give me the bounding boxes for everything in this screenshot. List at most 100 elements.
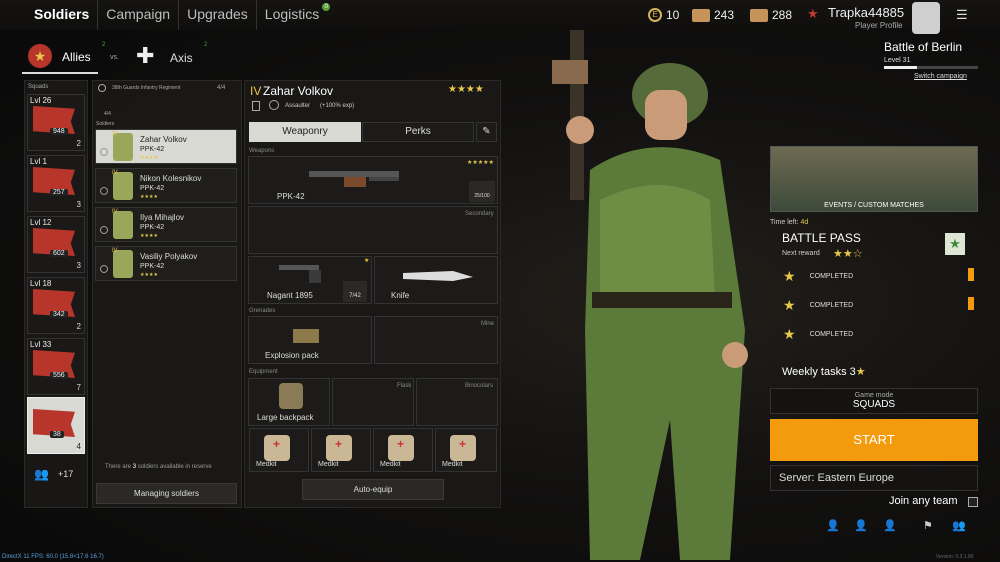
- tab-weaponry[interactable]: Weaponry: [249, 122, 361, 142]
- reserve-info: There are 3 soldiers available in reserv…: [105, 464, 212, 470]
- melee-slot[interactable]: Knife: [374, 256, 498, 304]
- managing-soldiers-button[interactable]: Managing soldiers: [96, 483, 237, 504]
- medkit-name: Medkit: [256, 461, 277, 468]
- next-reward-label: Next reward: [782, 250, 820, 257]
- squad-card-selected[interactable]: 38 4: [27, 397, 85, 454]
- allies-label: Allies: [62, 50, 91, 64]
- weekly-tasks[interactable]: Weekly tasks 3★: [782, 365, 866, 378]
- squad-card[interactable]: Lvl 12 602 3: [27, 216, 85, 273]
- soldier-card[interactable]: IV Vasiliy Polyakov PPK-42 ★★★★: [95, 246, 237, 281]
- switch-campaign-link[interactable]: Switch campaign: [914, 73, 967, 80]
- mine-label: Mine: [481, 321, 495, 327]
- events-banner[interactable]: EVENTS / CUSTOM MATCHES: [770, 146, 978, 212]
- soldier-card[interactable]: IV Ilya Mihajlov PPK-42 ★★★★: [95, 207, 237, 242]
- edit-icon[interactable]: ✎: [476, 122, 497, 142]
- medkit-slot[interactable]: Medkit: [373, 428, 433, 472]
- gold-counter[interactable]: E 10: [648, 8, 679, 22]
- campaign-progress: [884, 66, 978, 69]
- tab-soldiers[interactable]: Soldiers: [0, 0, 99, 30]
- squad-count: 948: [50, 128, 68, 135]
- backpack-slot[interactable]: Large backpack: [248, 378, 330, 426]
- soldier-portrait: [113, 133, 133, 161]
- events-label: EVENTS / CUSTOM MATCHES: [824, 202, 924, 209]
- flask-slot[interactable]: Flask: [332, 378, 414, 426]
- soldier-portrait: [113, 172, 133, 200]
- medkit-slot[interactable]: Medkit: [311, 428, 371, 472]
- squad-members: 2: [76, 322, 81, 331]
- detail-bonus: (+100% exp): [320, 103, 355, 109]
- add-friend-icon[interactable]: 👤: [883, 519, 897, 532]
- join-any-team-checkbox[interactable]: [968, 497, 978, 507]
- bp-row: ★ COMPLETED: [783, 326, 853, 343]
- start-button[interactable]: START: [770, 419, 978, 461]
- squad-card[interactable]: Lvl 18 342 2: [27, 277, 85, 334]
- soldier-card-selected[interactable]: IV Zahar Volkov PPK-42 ★★★★: [95, 129, 237, 164]
- battle-pass-badge-icon[interactable]: ★: [945, 233, 965, 255]
- medkit-icon: [326, 435, 352, 461]
- auto-equip-button[interactable]: Auto-equip: [302, 479, 444, 500]
- rank-icon: [269, 100, 279, 110]
- squad-card[interactable]: Lvl 33 556 7: [27, 338, 85, 395]
- squad-card[interactable]: Lvl 1 257 3: [27, 155, 85, 212]
- bookmark-icon[interactable]: [968, 268, 974, 281]
- tab-logistics[interactable]: Logistics 0: [257, 0, 331, 30]
- faction-axis-tab[interactable]: ✚ Axis 2: [136, 42, 216, 72]
- reserve-text-a: There are: [105, 464, 133, 470]
- soldier-name: Ilya Mihajlov: [140, 213, 185, 222]
- axis-label: Axis: [170, 51, 193, 65]
- tickets-a-counter[interactable]: 243: [692, 8, 734, 22]
- soldier-stars: ★★★★: [140, 233, 158, 239]
- secondary-weapon-slot[interactable]: Secondary: [248, 206, 498, 254]
- tab-upgrades[interactable]: Upgrades: [179, 0, 257, 30]
- medkit-slot[interactable]: Medkit: [435, 428, 497, 472]
- soldier-card[interactable]: IV Nikon Kolesnikov PPK-42 ★★★★: [95, 168, 237, 203]
- flag-icon[interactable]: ⚑: [923, 519, 933, 532]
- detail-class: Assaulter: [285, 103, 311, 109]
- soviet-star-icon: ★: [807, 6, 819, 21]
- knife-icon: [403, 271, 473, 281]
- tab-campaign[interactable]: Campaign: [98, 0, 180, 30]
- time-left: Time left: 4d: [770, 219, 808, 226]
- squad-card[interactable]: Lvl 26 948 2: [27, 94, 85, 151]
- squad-level: Lvl 33: [30, 340, 52, 349]
- tab-logistics-label: Logistics: [264, 6, 320, 22]
- soldier-rank: IV: [112, 170, 118, 176]
- nagant-pistol-icon: [279, 265, 321, 283]
- binoculars-slot[interactable]: Binoculars: [416, 378, 498, 426]
- soldiers-count: 4/4: [104, 111, 111, 117]
- soldier-name: Nikon Kolesnikov: [140, 174, 202, 183]
- primary-weapon-slot[interactable]: ★★★★★ PPK-42 25/100: [248, 156, 498, 204]
- mine-slot[interactable]: Mine: [374, 316, 498, 364]
- tickets-b-counter[interactable]: 288: [750, 8, 792, 22]
- game-mode-select[interactable]: Game mode SQUADS: [770, 388, 978, 414]
- soldier-portrait: [113, 250, 133, 278]
- server-select[interactable]: Server: Eastern Europe: [770, 465, 978, 491]
- profile-name[interactable]: Trapka44885: [828, 5, 904, 20]
- bookmark-icon[interactable]: [968, 297, 974, 310]
- soldier-weapon: PPK-42: [140, 185, 165, 192]
- sidearm-name: Nagant 1895: [267, 291, 313, 300]
- class-icon: [252, 101, 260, 111]
- squad-members: 3: [76, 200, 81, 209]
- add-friend-icon[interactable]: 👤: [854, 519, 868, 532]
- battle-pass-title[interactable]: BATTLE PASS: [782, 231, 861, 245]
- sidearm-slot[interactable]: ★ Nagant 1895 7/42: [248, 256, 372, 304]
- faction-allies-tab[interactable]: ★ Allies 2: [22, 40, 105, 74]
- add-friend-icon[interactable]: 👤: [826, 519, 840, 532]
- regiment-count: 4/4: [217, 85, 226, 91]
- medkit-slot[interactable]: Medkit: [249, 428, 309, 472]
- menu-icon[interactable]: ☰: [956, 7, 968, 23]
- avatar[interactable]: [912, 2, 940, 34]
- squad-members: 4: [76, 442, 81, 451]
- soldier-portrait: [113, 211, 133, 239]
- backpack-icon: [279, 383, 303, 409]
- next-reward-stars: ★★☆: [833, 248, 863, 260]
- tab-perks[interactable]: Perks: [362, 122, 474, 142]
- sidearm-star: ★: [364, 258, 370, 264]
- squad-members: 2: [76, 139, 81, 148]
- soldier-name: Zahar Volkov: [140, 135, 187, 144]
- grenade-slot[interactable]: Explosion pack: [248, 316, 372, 364]
- extra-squads[interactable]: +17: [58, 469, 73, 479]
- soldier-character-image: [552, 0, 748, 560]
- group-icon[interactable]: 👥: [952, 519, 966, 532]
